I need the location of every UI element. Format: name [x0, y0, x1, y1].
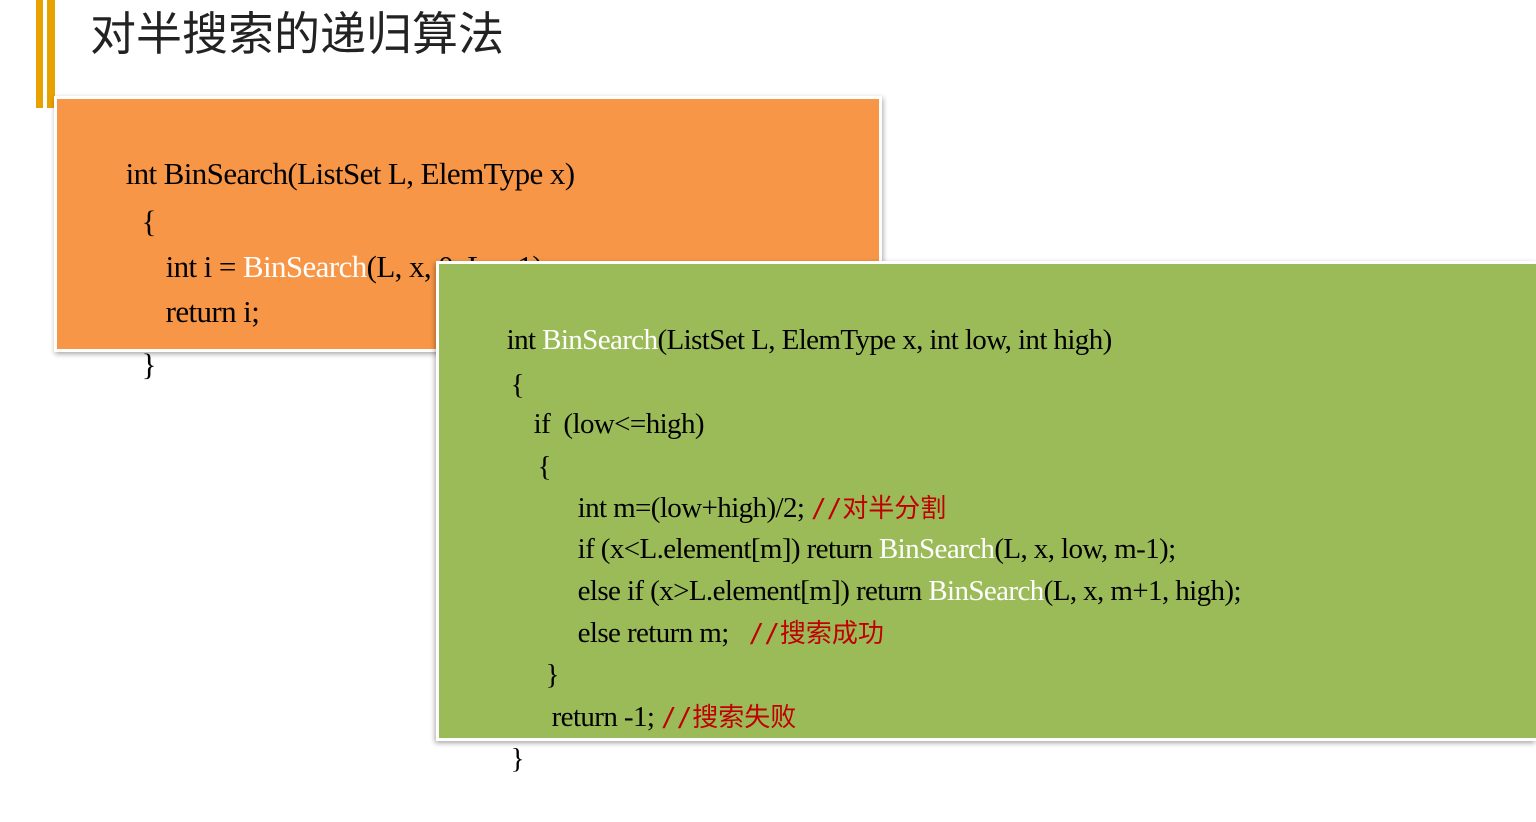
function-name-highlight: BinSearch	[542, 324, 658, 356]
code-line: {	[511, 404, 552, 483]
code-text: (L, x, m+1, high);	[1043, 575, 1242, 607]
code-line: int BinSearch(ListSet L, ElemType x)	[97, 111, 575, 191]
recursive-function-code-block: int BinSearch(ListSet L, ElemType x, int…	[436, 261, 1536, 775]
code-text: int BinSearch(ListSet L, ElemType x)	[125, 156, 575, 191]
code-comment: //搜索成功	[748, 619, 884, 649]
code-text: return i;	[165, 294, 260, 329]
code-text: }	[510, 743, 525, 775]
function-name-highlight: BinSearch	[242, 249, 367, 284]
code-text: {	[537, 451, 552, 483]
code-text: else return m;	[577, 617, 749, 649]
code-line: {	[484, 322, 525, 401]
code-line: return i;	[137, 249, 260, 329]
code-line: int m=(low+high)/2; //对半分割	[551, 445, 947, 524]
code-text: return -1;	[551, 701, 661, 733]
code-line: if (x<L.element[m]) return BinSearch(L, …	[551, 486, 1177, 565]
code-line: }	[484, 696, 525, 775]
code-line: }	[113, 302, 157, 382]
code-line: return -1; //搜索失败	[525, 654, 797, 733]
title-accent-bar-secondary	[47, 0, 55, 108]
code-text: }	[141, 347, 157, 382]
title-accent-bar	[36, 0, 43, 108]
code-line: }	[519, 612, 560, 691]
slide-title: 对半搜索的递归算法	[90, 7, 504, 61]
code-line: if (low<=high)	[507, 361, 705, 440]
code-comment: //搜索失败	[660, 703, 797, 733]
code-line: else return m; //搜索成功	[551, 570, 884, 649]
function-name-highlight: BinSearch	[928, 575, 1044, 607]
code-text: (ListSet L, ElemType x, int low, int hig…	[657, 324, 1112, 356]
code-line: {	[113, 159, 157, 239]
code-line: else if (x>L.element[m]) return BinSearc…	[551, 528, 1242, 607]
code-text: if (low<=high)	[533, 408, 705, 440]
code-line: int BinSearch(ListSet L, ElemType x, int…	[480, 277, 1113, 356]
code-line: int i = BinSearch(L, x, 0, L.n-1);	[137, 204, 551, 284]
